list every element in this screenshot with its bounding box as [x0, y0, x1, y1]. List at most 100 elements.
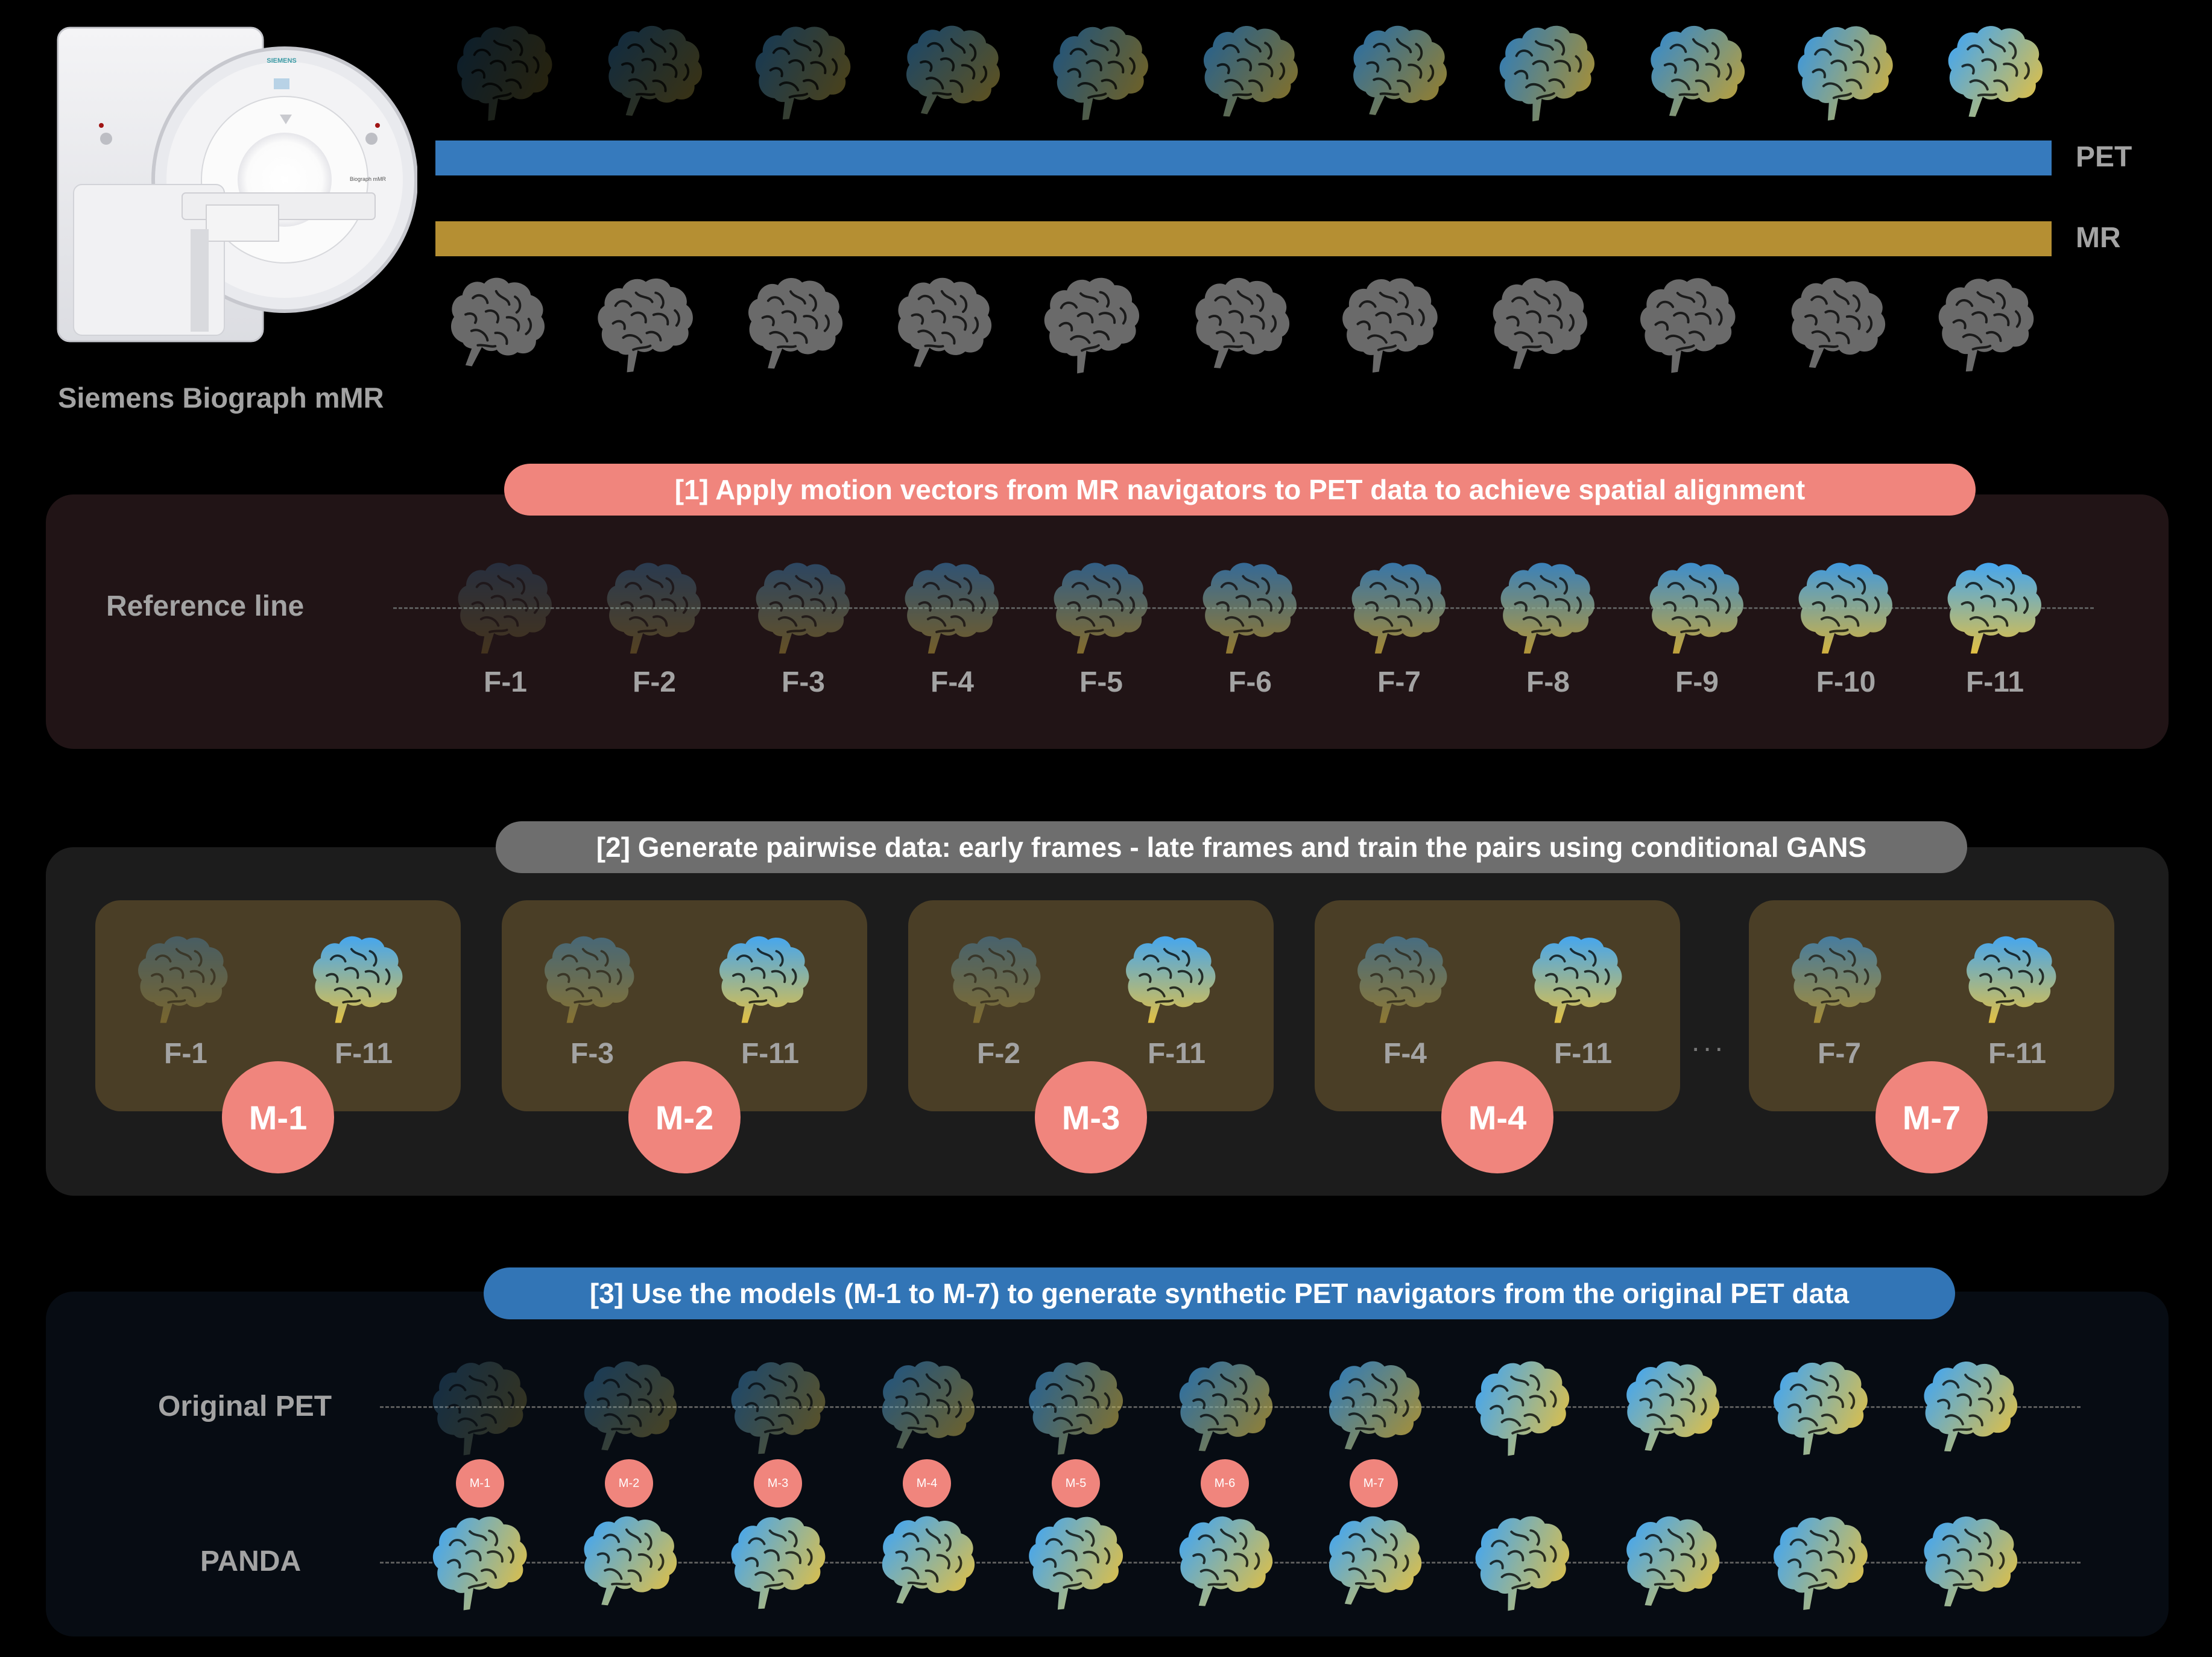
pet-timeline-bar: [435, 140, 2052, 175]
aligned-frame-brain-icon: [749, 555, 856, 662]
panda-brain-icon: [570, 1503, 689, 1621]
frame-label: F-7: [1377, 666, 1421, 698]
early-frame-brain-icon: [131, 929, 234, 1031]
step2-title: [2] Generate pairwise data: early frames…: [496, 821, 1967, 873]
early-frame-brain-icon: [538, 929, 640, 1031]
original-pet-brain-icon: [1313, 1346, 1435, 1468]
late-frame-label: F-11: [334, 1038, 393, 1070]
pet-frame-brain-icon: [745, 14, 861, 130]
model-badge: M-2: [628, 1061, 741, 1173]
late-frame-label: F-11: [741, 1038, 800, 1070]
frame-label: F-5: [1079, 666, 1123, 698]
panda-brain-icon: [1168, 1505, 1283, 1620]
frame-label: F-9: [1675, 666, 1719, 698]
pet-frame-brain-icon: [1786, 12, 1907, 133]
mr-frame-brain-icon: [1778, 265, 1897, 384]
mr-frame-brain-icon: [1482, 267, 1596, 381]
panda-brain-icon: [721, 1505, 836, 1620]
early-frame-label: F-3: [570, 1038, 614, 1070]
original-pet-brain-icon: [1017, 1348, 1136, 1466]
model-badge-small: M-4: [903, 1459, 951, 1507]
mr-frame-brain-icon: [882, 263, 1005, 385]
frame-label: F-3: [782, 666, 825, 698]
siemens-brand: SIEMENS: [267, 57, 297, 65]
frame-label: F-10: [1816, 666, 1876, 698]
mr-frame-brain-icon: [1030, 262, 1156, 388]
original-pet-brain-icon: [1614, 1349, 1731, 1466]
frame-label: F-8: [1526, 666, 1570, 698]
early-frame-label: F-2: [977, 1038, 1020, 1070]
pet-frame-brain-icon: [1338, 11, 1460, 133]
aligned-frame-brain-icon: [1196, 555, 1303, 662]
mr-frame-brain-icon: [737, 267, 853, 382]
pet-frame-brain-icon: [444, 11, 566, 133]
early-frame-label: F-1: [164, 1038, 207, 1070]
pet-frame-brain-icon: [1485, 10, 1611, 136]
model-badge-small: M-7: [1350, 1459, 1398, 1507]
mr-frame-brain-icon: [434, 262, 560, 388]
panda-brain-icon: [1614, 1504, 1731, 1621]
late-frame-label: F-11: [1988, 1038, 2047, 1070]
mr-frame-brain-icon: [1929, 267, 2044, 382]
ellipsis: ...: [1692, 1026, 1727, 1058]
panda-brain-icon: [420, 1501, 541, 1623]
original-pet-brain-icon: [721, 1350, 836, 1465]
aligned-frame-brain-icon: [1494, 555, 1601, 662]
model-badge-small: M-2: [605, 1459, 653, 1507]
step1-title: [1] Apply motion vectors from MR navigat…: [504, 464, 1976, 516]
pet-frame-brain-icon: [1192, 14, 1308, 130]
mr-frame-brain-icon: [586, 265, 706, 384]
model-badge: M-7: [1875, 1061, 1988, 1173]
mr-label: MR: [2076, 222, 2121, 254]
pet-frame-brain-icon: [1041, 13, 1161, 132]
mr-frame-brain-icon: [1627, 263, 1749, 385]
aligned-frame-brain-icon: [1941, 555, 2048, 662]
aligned-frame-brain-icon: [1345, 555, 1452, 662]
early-frame-brain-icon: [1351, 929, 1453, 1031]
mr-frame-brain-icon: [1330, 264, 1452, 385]
pet-frame-brain-icon: [1938, 15, 2052, 129]
late-frame-label: F-11: [1147, 1038, 1206, 1070]
model-badge: M-3: [1035, 1061, 1147, 1173]
aligned-frame-brain-icon: [600, 555, 707, 662]
original-pet-brain-icon: [1762, 1348, 1881, 1467]
frame-label: F-2: [633, 666, 676, 698]
original-pet-brain-icon: [420, 1346, 541, 1468]
mr-timeline-bar: [435, 221, 2052, 256]
frame-label: F-4: [931, 666, 974, 698]
early-frame-label: F-7: [1818, 1038, 1861, 1070]
biograph-model-text: Biograph mMR: [350, 176, 387, 182]
frame-label: F-1: [484, 666, 527, 698]
early-frame-brain-icon: [1785, 929, 1888, 1031]
pet-frame-brain-icon: [890, 10, 1016, 136]
model-badge-small: M-1: [456, 1459, 504, 1507]
model-badge-small: M-3: [754, 1459, 802, 1507]
original-pet-label: Original PET: [158, 1390, 332, 1422]
original-pet-brain-icon: [1168, 1350, 1283, 1465]
original-pet-brain-icon: [1913, 1351, 2026, 1463]
early-frame-brain-icon: [944, 929, 1047, 1031]
panda-label: PANDA: [200, 1545, 302, 1577]
aligned-frame-brain-icon: [451, 555, 558, 662]
aligned-frame-brain-icon: [1047, 555, 1154, 662]
late-frame-brain-icon: [1960, 929, 2062, 1031]
model-badge-small: M-6: [1201, 1459, 1249, 1507]
step3-title: [3] Use the models (M-1 to M-7) to gener…: [484, 1267, 1955, 1319]
panda-brain-icon: [1461, 1500, 1585, 1624]
early-frame-label: F-4: [1383, 1038, 1427, 1070]
scanner-caption: Siemens Biograph mMR: [58, 382, 384, 414]
panda-brain-icon: [1762, 1503, 1881, 1622]
pet-label: PET: [2076, 141, 2132, 173]
aligned-frame-brain-icon: [1643, 555, 1750, 662]
panda-brain-icon: [1913, 1506, 2026, 1618]
pet-frame-brain-icon: [595, 13, 714, 132]
panda-brain-icon: [1313, 1501, 1435, 1623]
late-frame-label: F-11: [1553, 1038, 1613, 1070]
original-pet-brain-icon: [865, 1345, 990, 1469]
frame-label: F-11: [1965, 666, 2024, 698]
pet-frame-brain-icon: [1638, 13, 1755, 131]
frame-label: F-6: [1228, 666, 1272, 698]
late-frame-brain-icon: [1526, 929, 1628, 1031]
original-pet-brain-icon: [1461, 1345, 1585, 1469]
panda-brain-icon: [865, 1500, 990, 1624]
